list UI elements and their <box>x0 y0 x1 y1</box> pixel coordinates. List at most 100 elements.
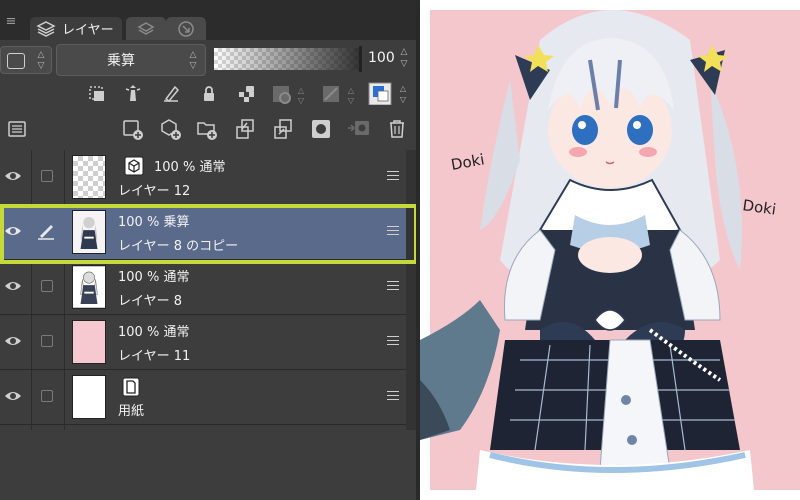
layer-menu-icon[interactable] <box>387 226 399 238</box>
layer-color-select[interactable]: △ ▽ <box>0 46 52 74</box>
eye-icon[interactable] <box>4 389 22 403</box>
layer-row[interactable]: 100 % 通常 レイヤー 8 <box>0 260 406 315</box>
blend-mode-value: 乗算 <box>107 53 135 69</box>
layer-list-scrollbar[interactable] <box>406 150 416 430</box>
delete-layer-button[interactable] <box>384 116 410 142</box>
layer-name: レイヤー 8 のコピー <box>118 239 239 254</box>
layer-opacity-mode: 100 % 通常 <box>154 160 226 175</box>
reference-layer-button[interactable] <box>120 81 146 107</box>
chevron-up-icon: △ <box>189 50 197 60</box>
clip-lower-layer-button[interactable] <box>84 81 110 107</box>
apply-mask-button[interactable] <box>346 116 372 142</box>
layer-row[interactable]: 100 % 通常 レイヤー 12 <box>0 150 406 205</box>
draft-icon <box>164 85 180 103</box>
layer-name: レイヤー 12 <box>118 184 191 199</box>
layer-menu-icon[interactable] <box>387 391 399 403</box>
layer-frame-icon <box>7 53 25 69</box>
tab-layer-property[interactable] <box>126 17 166 40</box>
layer-panel: ≡ レイヤー △ ▽ 乗算 △ ▽ 100 △ ▽ △ ▽ △ ▽ △ ▽ 10… <box>0 0 418 500</box>
layer-thumbnail <box>72 155 106 199</box>
layer-select-checkbox[interactable] <box>41 170 53 182</box>
list-view-icon <box>8 121 26 137</box>
svg-text:▽: ▽ <box>400 95 407 104</box>
lock-icon <box>204 86 214 101</box>
lighthouse-icon <box>125 85 141 101</box>
draft-layer-button[interactable] <box>158 81 184 107</box>
panel-menu-icon[interactable]: ≡ <box>0 10 22 32</box>
layer-menu-icon[interactable] <box>387 281 399 293</box>
svg-text:△: △ <box>400 84 407 93</box>
layer-opacity-mode: 100 % 通常 <box>118 325 190 340</box>
layer-name: レイヤー 8 <box>118 294 183 309</box>
layer-row-selected[interactable]: 100 % 乗算 レイヤー 8 のコピー <box>0 205 406 260</box>
opacity-down-icon[interactable]: ▽ <box>398 60 410 69</box>
eye-icon[interactable] <box>4 334 22 348</box>
svg-text:▽: ▽ <box>348 96 355 105</box>
transfer-to-lower-layer-button[interactable] <box>232 116 258 142</box>
panel-tab-bar: ≡ レイヤー <box>0 0 416 40</box>
layer-row-paper[interactable]: 用紙 <box>0 370 406 425</box>
layer-mask-icon <box>312 120 330 138</box>
chevron-down-icon: ▽ <box>189 61 197 71</box>
new-folder-button[interactable] <box>194 116 220 142</box>
new-raster-layer-icon <box>123 120 143 140</box>
layer-opacity-mode: 100 % 通常 <box>118 270 190 285</box>
eye-icon[interactable] <box>4 169 22 183</box>
chevron-up-icon: △ <box>37 50 45 60</box>
blend-mode-select[interactable]: 乗算 △ ▽ <box>56 44 206 76</box>
opacity-slider-handle[interactable] <box>359 46 362 72</box>
layer-name: 用紙 <box>118 404 145 419</box>
eye-icon[interactable] <box>4 224 22 238</box>
layer-thumbnail <box>72 265 106 309</box>
ruler-toggle[interactable]: △ ▽ <box>320 81 362 107</box>
eye-icon[interactable] <box>4 279 22 293</box>
layer-opacity-mode: 100 % 乗算 <box>118 215 190 230</box>
layer-thumbnail <box>72 320 106 364</box>
apply-mask-icon <box>348 121 369 135</box>
opacity-slider[interactable] <box>214 46 362 72</box>
opacity-value[interactable]: 100 <box>368 50 395 66</box>
svg-text:△: △ <box>298 86 305 95</box>
merge-down-icon <box>274 119 292 139</box>
navigator-icon <box>178 20 194 37</box>
layer-select-checkbox[interactable] <box>41 280 53 292</box>
new-vector-layer-button[interactable] <box>158 116 184 142</box>
merge-with-lower-layer-button[interactable] <box>270 116 296 142</box>
chevron-down-icon: ▽ <box>37 61 45 71</box>
paper-icon <box>122 377 140 397</box>
layer-select-checkbox[interactable] <box>41 390 53 402</box>
layer-color-button[interactable]: △ ▽ <box>366 80 414 106</box>
trash-icon <box>390 120 404 138</box>
layer-mask-toggle[interactable]: △ ▽ <box>270 81 312 107</box>
layer-menu-icon[interactable] <box>387 171 399 183</box>
layer-list-view-button[interactable] <box>4 116 30 142</box>
layers-icon <box>36 20 56 37</box>
layer-thumbnail <box>72 210 106 254</box>
lock-layer-button[interactable] <box>196 81 222 107</box>
layer-select-checkbox[interactable] <box>41 335 53 347</box>
svg-text:▽: ▽ <box>298 96 305 105</box>
tab-navigator[interactable] <box>166 17 206 40</box>
tab-layer[interactable]: レイヤー <box>30 17 122 40</box>
pen-icon <box>38 225 54 240</box>
opacity-slider-fill <box>214 48 360 70</box>
lock-transparency-icon <box>239 86 254 102</box>
layer-row[interactable]: 100 % 通常 レイヤー 11 <box>0 315 406 370</box>
svg-text:△: △ <box>348 86 355 95</box>
layer-menu-icon[interactable] <box>387 336 399 348</box>
new-raster-layer-button[interactable] <box>120 116 146 142</box>
lock-transparency-button[interactable] <box>234 81 260 107</box>
layer-name: レイヤー 11 <box>118 349 191 364</box>
folder-icon <box>197 122 217 140</box>
canvas-view[interactable]: Doki Doki <box>420 0 800 500</box>
mask-disabled-icon: △▽ <box>273 86 305 105</box>
opacity-up-icon[interactable]: △ <box>398 48 410 57</box>
transfer-down-icon <box>236 119 254 139</box>
layer-thumbnail <box>72 375 106 419</box>
canvas-artwork: Doki Doki <box>420 0 800 500</box>
new-vector-layer-icon <box>161 119 181 140</box>
create-layer-mask-button[interactable] <box>308 116 334 142</box>
tab-layer-label: レイヤー <box>62 23 114 38</box>
ruler-disabled-icon: △▽ <box>323 86 355 105</box>
clip-icon <box>89 86 104 101</box>
